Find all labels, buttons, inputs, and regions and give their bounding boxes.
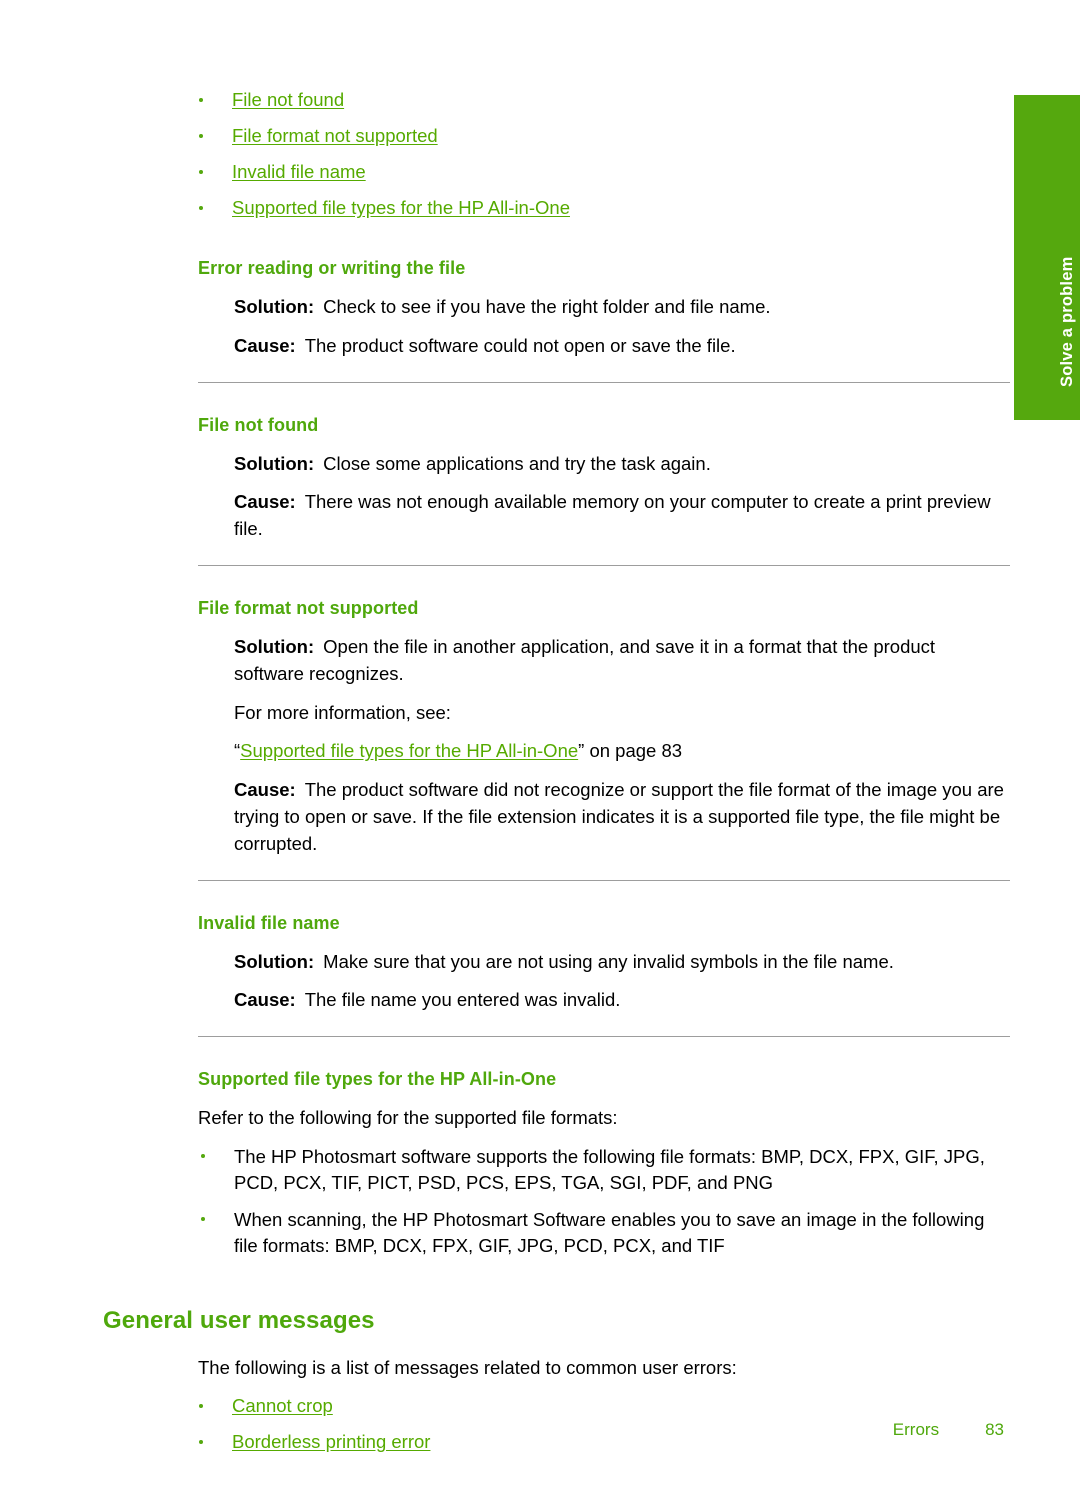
cause-label: Cause: [234, 779, 296, 801]
cause-paragraph: Cause: There was not enough available mem… [234, 489, 1004, 543]
section-error-reading-writing: Error reading or writing the file Soluti… [198, 258, 1004, 360]
list-item: Supported file types for the HP All-in-O… [198, 196, 1004, 221]
cause-label: Cause: [234, 491, 296, 513]
cause-text: The product software could not open or s… [304, 334, 736, 356]
footer-chapter-label: Errors [892, 1420, 940, 1439]
section-divider [198, 1036, 1010, 1038]
side-tab-solve-a-problem: Solve a problem [1014, 95, 1080, 420]
solution-label: Solution: [234, 635, 315, 657]
cause-paragraph: Cause: The file name you entered was inva… [234, 987, 1004, 1014]
list-item: File format not supported [198, 124, 1004, 149]
solution-label: Solution: [234, 950, 315, 972]
link-file-format-not-supported[interactable]: File format not supported [232, 125, 438, 146]
more-information-paragraph: For more information, see: [234, 701, 451, 723]
cross-reference-page: on page 83 [584, 740, 683, 762]
top-link-list: File not found File format not supported… [198, 88, 1004, 221]
section-heading: File not found [198, 414, 319, 435]
link-invalid-file-name[interactable]: Invalid file name [232, 161, 366, 182]
section-divider [198, 879, 1010, 881]
solution-paragraph: Solution: Make sure that you are not usin… [234, 949, 1004, 976]
document-page: Solve a problem File not found File form… [0, 0, 1080, 1495]
page-content: File not found File format not supported… [103, 88, 1010, 1466]
section-supported-file-types: Supported file types for the HP All-in-O… [198, 1069, 1004, 1259]
supported-types-list: The HP Photosmart software supports the … [200, 1144, 1004, 1259]
solution-text: Close some applications and try the task… [323, 452, 711, 474]
link-file-not-found[interactable]: File not found [232, 89, 344, 110]
section-file-format-not-supported: File format not supported Solution: Open … [198, 598, 1004, 858]
cause-label: Cause: [234, 989, 296, 1011]
section-heading: File format not supported [198, 597, 419, 618]
section-heading: Error reading or writing the file [198, 257, 466, 278]
list-item: Cannot crop [198, 1394, 1004, 1419]
section-heading: Invalid file name [198, 912, 340, 933]
general-messages-intro: The following is a list of messages rela… [198, 1357, 737, 1379]
solution-label: Solution: [234, 295, 315, 317]
cause-paragraph: Cause: The product software could not ope… [234, 333, 1004, 360]
cause-text: The file name you entered was invalid. [304, 989, 621, 1011]
page-title: General user messages [103, 1307, 375, 1335]
side-tab-label: Solve a problem [1058, 256, 1076, 387]
list-item: The HP Photosmart software supports the … [200, 1144, 1004, 1197]
list-item: File not found [198, 88, 1004, 113]
link-supported-file-types-xref[interactable]: Supported file types for the HP All-in-O… [240, 740, 578, 761]
cause-text: There was not enough available memory on… [234, 491, 991, 540]
list-item: When scanning, the HP Photosmart Softwar… [200, 1207, 1004, 1260]
page-footer: Errors 83 [0, 1420, 1004, 1440]
link-cannot-crop[interactable]: Cannot crop [232, 1395, 333, 1416]
cause-label: Cause: [234, 334, 296, 356]
solution-paragraph: Solution: Check to see if you have the ri… [234, 294, 1004, 321]
link-supported-file-types[interactable]: Supported file types for the HP All-in-O… [232, 197, 570, 218]
cause-text: The product software did not recognize o… [234, 779, 1004, 854]
solution-text: Check to see if you have the right folde… [323, 295, 771, 317]
supported-types-intro: Refer to the following for the supported… [198, 1107, 618, 1129]
solution-text: Open the file in another application, an… [234, 635, 936, 684]
section-invalid-file-name: Invalid file name Solution: Make sure tha… [198, 913, 1004, 1015]
solution-label: Solution: [234, 452, 315, 474]
solution-paragraph: Solution: Close some applications and try… [234, 451, 1004, 478]
solution-paragraph: Solution: Open the file in another applic… [234, 634, 1004, 688]
solution-text: Make sure that you are not using any inv… [323, 950, 894, 972]
cause-paragraph: Cause: The product software did not recog… [234, 777, 1004, 857]
section-file-not-found: File not found Solution: Close some appli… [198, 415, 1004, 543]
section-divider [198, 564, 1010, 566]
cross-reference-paragraph: “Supported file types for the HP All-in-… [234, 738, 1004, 765]
section-divider [198, 381, 1010, 383]
list-item: Invalid file name [198, 160, 1004, 185]
section-heading: Supported file types for the HP All-in-O… [198, 1069, 557, 1090]
footer-page-number: 83 [985, 1420, 1004, 1439]
